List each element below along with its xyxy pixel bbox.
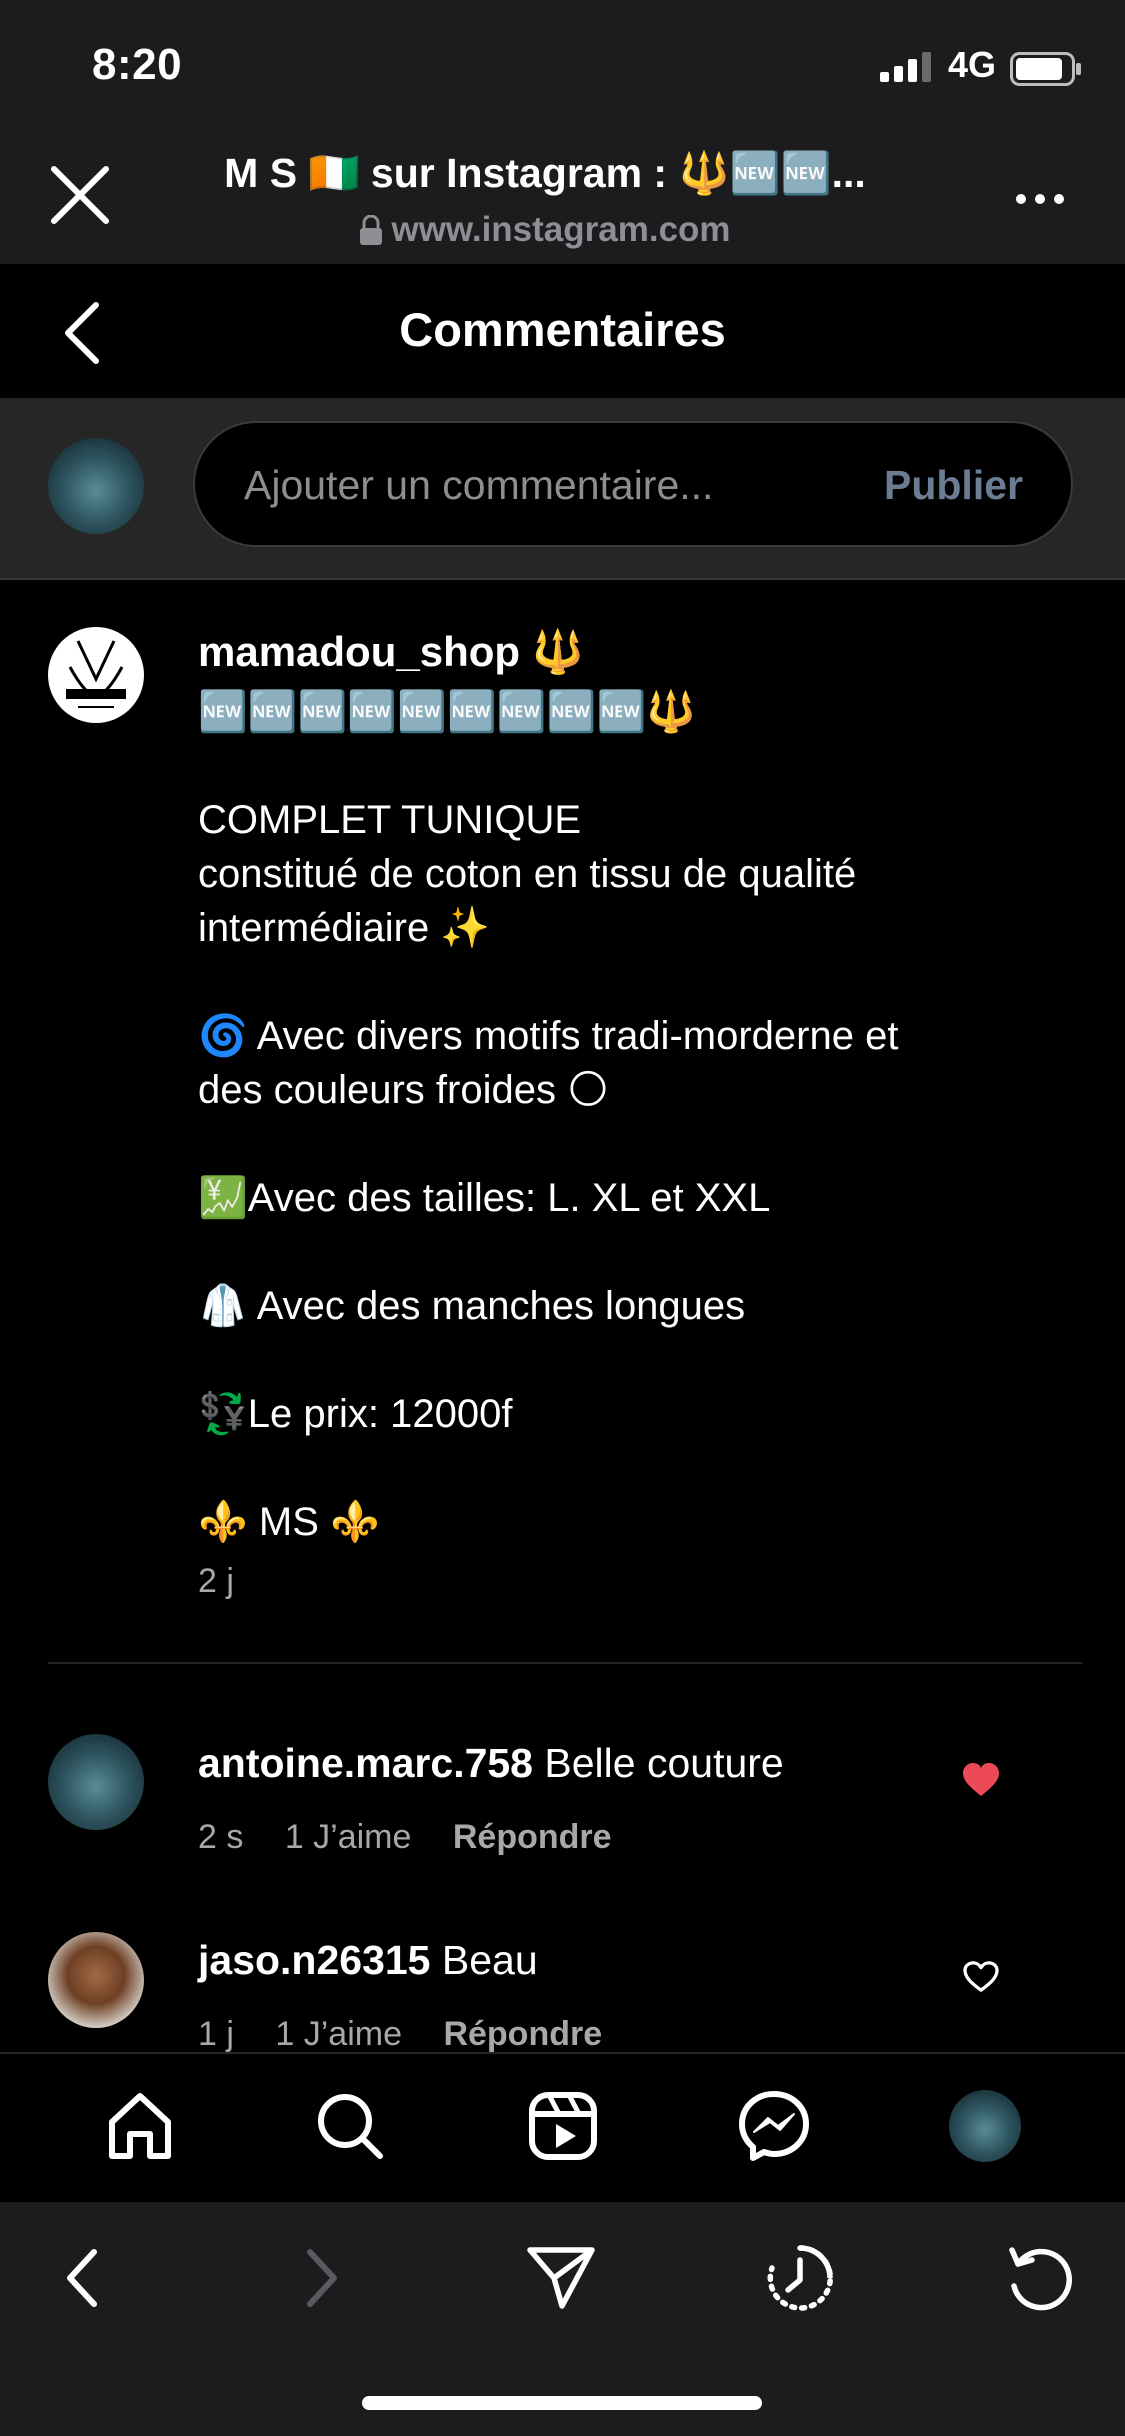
caption-line — [198, 955, 1038, 1009]
caption-line — [198, 1117, 1038, 1171]
caption-text: 🆕🆕🆕🆕🆕🆕🆕🆕🆕🔱 COMPLET TUNIQUE constitué de … — [198, 685, 1038, 1549]
caption-timestamp: 2 j — [198, 1562, 234, 1600]
shop-avatar[interactable] — [48, 627, 144, 723]
comment-body: antoine.marc.758 Belle couture — [198, 1740, 784, 1787]
comment-text: Belle couture — [544, 1740, 784, 1786]
caption-line: COMPLET TUNIQUE — [198, 798, 582, 842]
back-icon[interactable] — [62, 2246, 102, 2310]
caption-line — [198, 1441, 1038, 1495]
comment-text: Beau — [441, 1937, 538, 1983]
caption-line: 🆕🆕🆕🆕🆕🆕🆕🆕🆕🔱 — [198, 690, 697, 734]
lock-icon — [359, 215, 383, 245]
caption-line: 🌀 Avec divers motifs tradi-morderne et — [198, 1014, 899, 1058]
comment-username[interactable]: antoine.marc.758 — [198, 1740, 533, 1786]
caption-line: 💹Avec des tailles: L. XL et XXL — [198, 1176, 771, 1220]
reply-button[interactable]: Répondre — [453, 1818, 612, 1856]
heart-filled-icon[interactable] — [962, 1763, 1000, 1797]
caption-line: 🥼 Avec des manches longues — [198, 1284, 746, 1328]
url-text: www.instagram.com — [391, 210, 731, 249]
divider — [48, 1662, 1082, 1664]
caption-line — [198, 739, 1038, 793]
home-icon[interactable] — [104, 2090, 176, 2162]
battery-icon — [1010, 52, 1082, 86]
comment-likes[interactable]: 1 J’aime — [285, 1818, 412, 1856]
caption-line: 💱Le prix: 12000f — [198, 1392, 513, 1436]
reply-button[interactable]: Répondre — [443, 2015, 602, 2053]
comment-time: 2 s — [198, 1818, 244, 1856]
caption-line — [198, 1333, 1038, 1387]
signal-icon — [880, 52, 936, 82]
caption-line: des couleurs froides 🌕 — [198, 1068, 609, 1112]
history-icon[interactable] — [764, 2242, 836, 2314]
page-heading: Commentaires — [399, 303, 726, 356]
heart-outline-icon[interactable] — [963, 1961, 999, 1993]
comment-body: jaso.n26315 Beau — [198, 1937, 538, 1984]
page-title: M S 🇨🇮 sur Instagram : 🔱🆕🆕... — [224, 150, 866, 196]
network-type: 4G — [948, 44, 997, 85]
more-options-icon[interactable] — [1015, 193, 1065, 205]
comment-likes[interactable]: 1 J’aime — [275, 2015, 402, 2053]
caption-line — [198, 1225, 1038, 1279]
commenter-avatar[interactable] — [48, 1734, 144, 1830]
comment-time: 1 j — [198, 2015, 234, 2053]
comment-meta: 2 s 1 J’aime Répondre — [198, 1818, 644, 1857]
caption-line: constitué de coton en tissu de qualité — [198, 852, 857, 896]
page-url: www.instagram.com — [160, 210, 930, 250]
share-icon[interactable] — [526, 2244, 596, 2310]
profile-avatar[interactable] — [949, 2090, 1021, 2162]
close-icon[interactable] — [48, 163, 112, 227]
reload-icon[interactable] — [1004, 2242, 1076, 2314]
comment-meta: 1 j 1 J’aime Répondre — [198, 2015, 634, 2054]
caption-line: intermédiaire ✨ — [198, 906, 491, 950]
commenter-avatar[interactable] — [48, 1932, 144, 2028]
forward-icon[interactable] — [302, 2246, 342, 2310]
home-indicator — [362, 2396, 762, 2410]
publish-button[interactable]: Publier — [884, 462, 1023, 509]
my-avatar — [48, 438, 144, 534]
comment-username[interactable]: jaso.n26315 — [198, 1937, 431, 1983]
caption-line: ⚜️ MS ⚜️ — [198, 1500, 380, 1544]
search-icon[interactable] — [314, 2090, 386, 2162]
messenger-icon[interactable] — [738, 2090, 810, 2162]
caption-username[interactable]: mamadou_shop 🔱 — [198, 628, 584, 677]
status-time: 8:20 — [92, 40, 183, 89]
reels-icon[interactable] — [527, 2090, 599, 2162]
comment-input-placeholder[interactable]: Ajouter un commentaire... — [244, 462, 713, 509]
